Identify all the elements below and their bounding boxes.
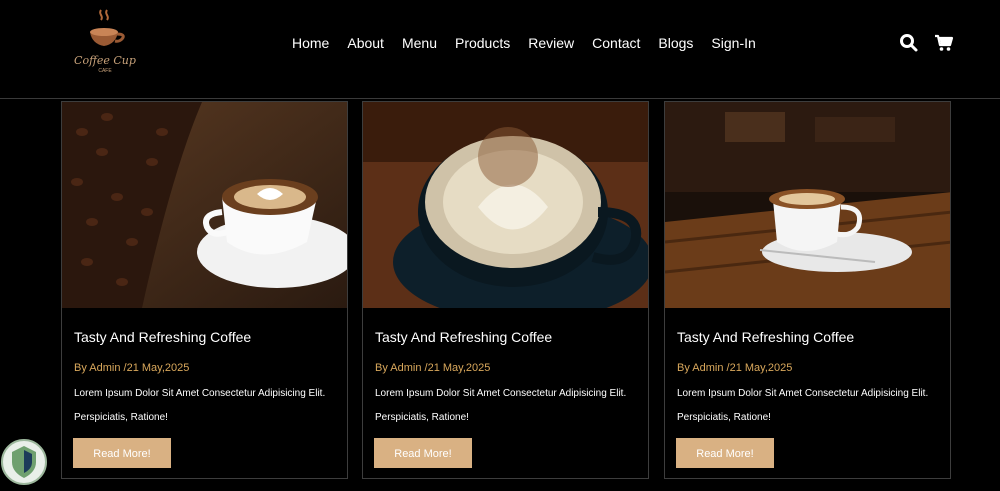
coffee-beans-cup-image bbox=[62, 102, 347, 308]
card-title: Tasty And Refreshing Coffee bbox=[677, 329, 855, 345]
card-meta: By Admin /21 May,2025 bbox=[74, 362, 190, 374]
blog-card-1: Tasty And Refreshing Coffee By Admin /21… bbox=[61, 101, 348, 479]
logo-subtext: CAFE bbox=[98, 68, 112, 74]
search-icon[interactable] bbox=[899, 33, 919, 53]
blog-card-3: Tasty And Refreshing Coffee By Admin /21… bbox=[664, 101, 951, 479]
card-title: Tasty And Refreshing Coffee bbox=[375, 329, 553, 345]
site-header: Coffee Cup CAFE Home About Menu Products… bbox=[0, 0, 1000, 99]
nav-products[interactable]: Products bbox=[455, 35, 510, 51]
card-description: Lorem Ipsum Dolor Sit Amet Consectetur A… bbox=[74, 388, 326, 399]
logo-text: Coffee Cup bbox=[74, 54, 136, 67]
read-more-button[interactable]: Read More! bbox=[73, 438, 171, 468]
nav-about[interactable]: About bbox=[347, 35, 384, 51]
card-title: Tasty And Refreshing Coffee bbox=[74, 329, 252, 345]
nav-home[interactable]: Home bbox=[292, 35, 329, 51]
cart-icon[interactable] bbox=[934, 33, 954, 53]
main-navigation: Home About Menu Products Review Contact … bbox=[292, 35, 774, 51]
card-description-2: Perspiciatis, Ratione! bbox=[74, 412, 168, 423]
latte-art-image bbox=[363, 102, 648, 308]
nav-sign-in[interactable]: Sign-In bbox=[711, 35, 755, 51]
nav-review[interactable]: Review bbox=[528, 35, 574, 51]
nav-menu[interactable]: Menu bbox=[402, 35, 437, 51]
read-more-button[interactable]: Read More! bbox=[676, 438, 774, 468]
card-description-2: Perspiciatis, Ratione! bbox=[375, 412, 469, 423]
coffee-cup-logo-icon bbox=[90, 9, 125, 46]
blog-cards: Tasty And Refreshing Coffee By Admin /21… bbox=[61, 101, 953, 479]
coffee-cup-logo[interactable]: Coffee Cup CAFE bbox=[70, 8, 140, 74]
nav-blogs[interactable]: Blogs bbox=[658, 35, 693, 51]
read-more-button[interactable]: Read More! bbox=[374, 438, 472, 468]
card-description: Lorem Ipsum Dolor Sit Amet Consectetur A… bbox=[677, 388, 929, 399]
card-description: Lorem Ipsum Dolor Sit Amet Consectetur A… bbox=[375, 388, 627, 399]
card-description-2: Perspiciatis, Ratione! bbox=[677, 412, 771, 423]
shield-badge-icon[interactable] bbox=[0, 438, 48, 486]
cafe-table-coffee-image bbox=[665, 102, 950, 308]
card-meta: By Admin /21 May,2025 bbox=[375, 362, 491, 374]
blog-card-2: Tasty And Refreshing Coffee By Admin /21… bbox=[362, 101, 649, 479]
nav-contact[interactable]: Contact bbox=[592, 35, 640, 51]
card-meta: By Admin /21 May,2025 bbox=[677, 362, 793, 374]
